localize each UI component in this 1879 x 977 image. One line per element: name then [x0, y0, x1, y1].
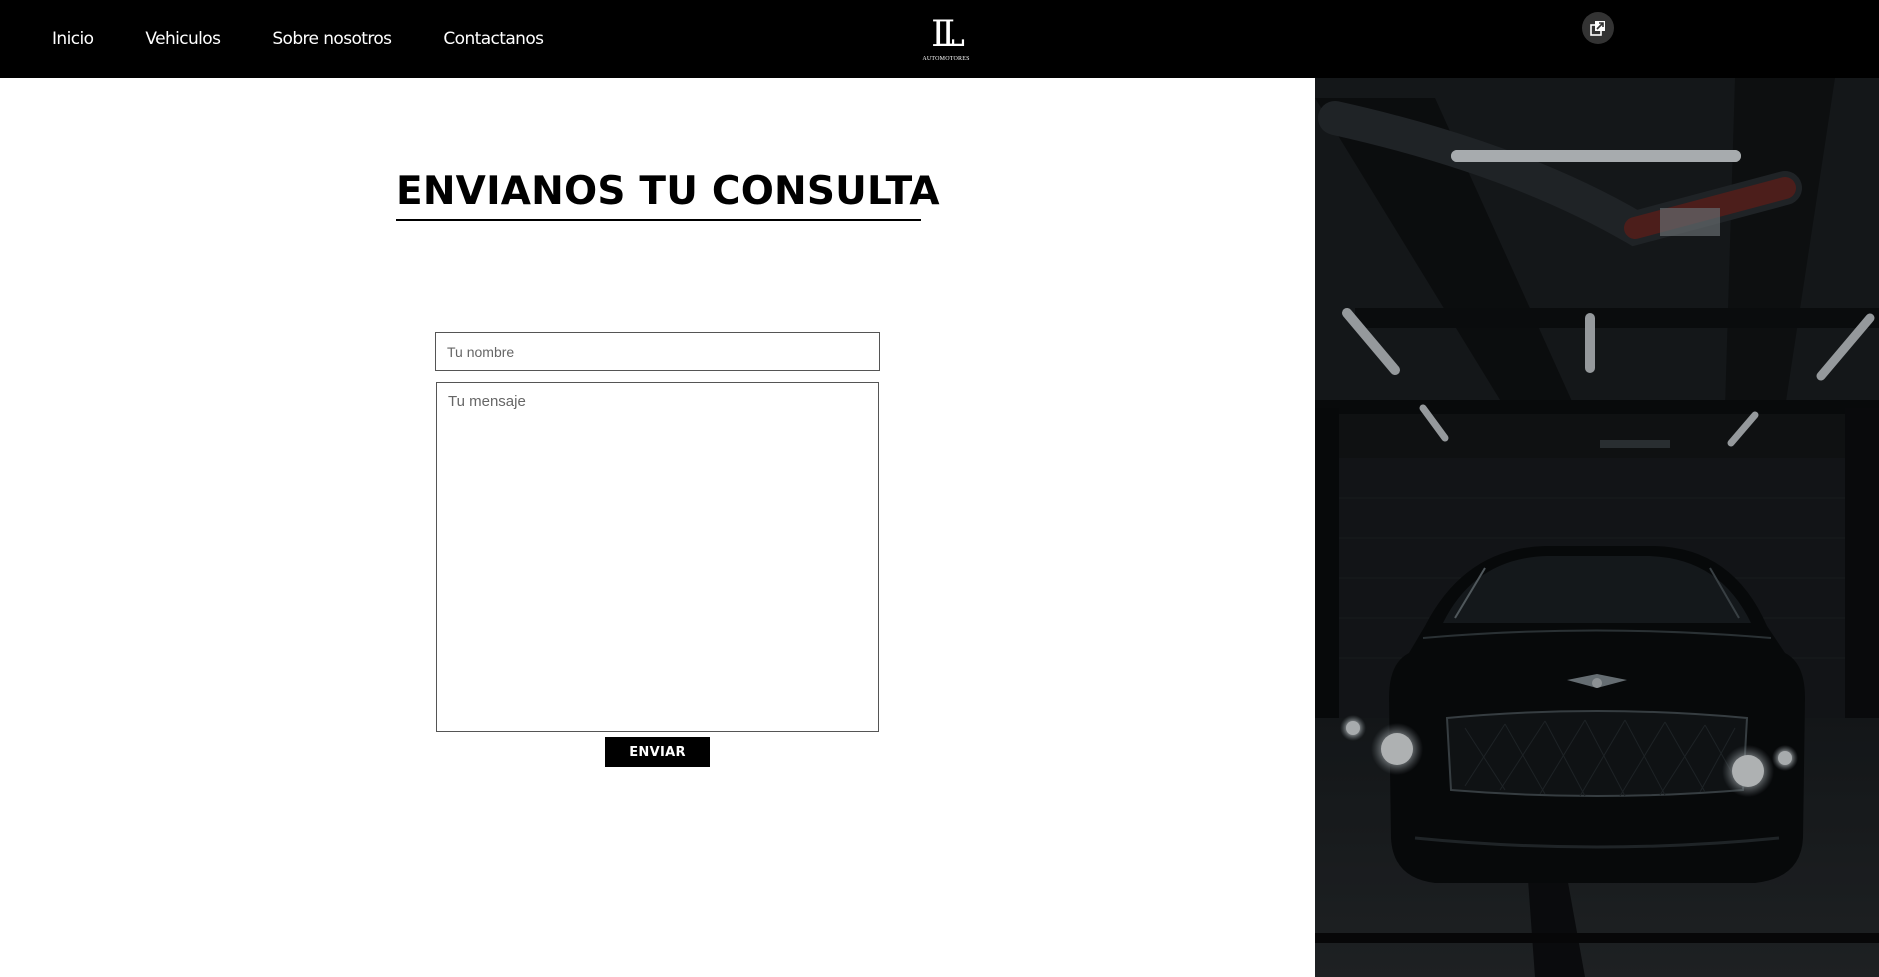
car-photo — [1315, 78, 1879, 977]
gallery-button[interactable] — [1582, 12, 1614, 44]
send-button[interactable]: ENVIAR — [605, 737, 710, 767]
name-input[interactable] — [435, 332, 880, 371]
site-logo[interactable]: LL AUTOMOTORES — [918, 12, 974, 68]
gallery-icon — [1590, 21, 1605, 36]
image-icon — [1315, 78, 1879, 977]
nav-link-inicio[interactable]: Inicio — [52, 29, 94, 49]
nav-link-sobre-nosotros[interactable]: Sobre nosotros — [272, 29, 392, 49]
title-underline — [396, 219, 921, 221]
top-navigation-bar: Inicio Vehiculos Sobre nosotros Contacta… — [0, 0, 1879, 78]
message-textarea[interactable] — [436, 382, 879, 732]
logo-subtitle: AUTOMOTORES — [922, 56, 970, 62]
nav-link-contactanos[interactable]: Contactanos — [443, 29, 544, 49]
page-title: ENVIANOS TU CONSULTA — [396, 169, 940, 214]
main-nav: Inicio Vehiculos Sobre nosotros Contacta… — [52, 0, 544, 78]
nav-link-vehiculos[interactable]: Vehiculos — [145, 29, 221, 49]
logo-mark: LL — [931, 14, 965, 55]
contact-section: ENVIANOS TU CONSULTA ENVIAR — [0, 78, 1315, 977]
